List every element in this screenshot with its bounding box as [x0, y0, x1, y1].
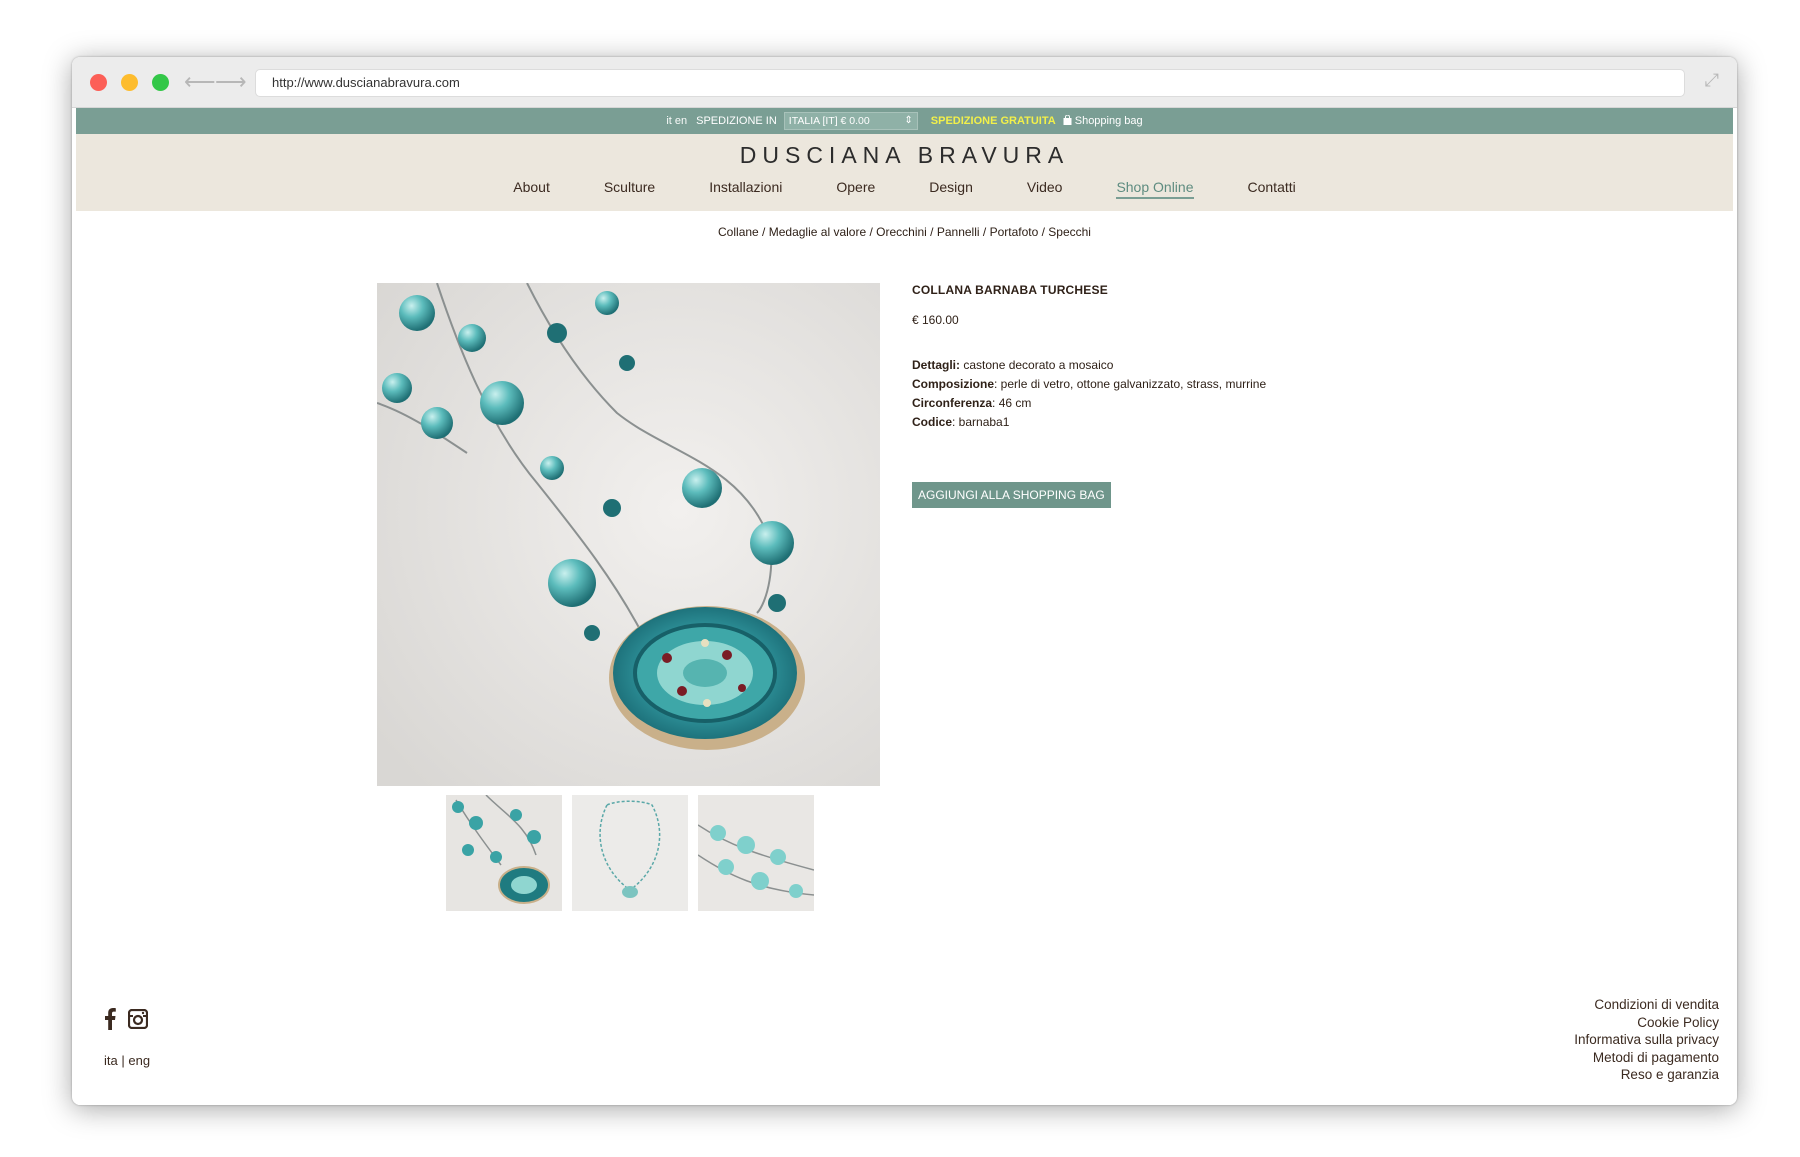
product-title: COLLANA BARNABA TURCHESE: [912, 283, 1108, 297]
footer-link-reso[interactable]: Reso e garanzia: [1574, 1066, 1719, 1084]
page-viewport: it en SPEDIZIONE IN ITALIA [IT] € 0.00 S…: [76, 108, 1733, 1105]
detail-value: : barnaba1: [952, 415, 1010, 429]
shopping-bag-label: Shopping bag: [1074, 115, 1143, 127]
site-logo[interactable]: DUSCIANA BRAVURA: [76, 134, 1733, 169]
category-orecchini[interactable]: Orecchini: [876, 225, 927, 239]
detail-label: Circonferenza: [912, 396, 993, 410]
footer-link-pagamento[interactable]: Metodi di pagamento: [1574, 1049, 1719, 1067]
nav-video[interactable]: Video: [1027, 179, 1063, 199]
bag-icon: [1063, 114, 1072, 125]
free-shipping-badge: SPEDIZIONE GRATUITA: [930, 115, 1056, 127]
detail-label: Composizione: [912, 377, 995, 391]
main-nav: About Sculture Installazioni Opere Desig…: [76, 179, 1733, 199]
product-thumbnail-2[interactable]: [572, 795, 688, 911]
close-window-button[interactable]: [90, 74, 107, 91]
detail-row: Circonferenza: 46 cm: [912, 394, 1412, 413]
detail-label: Dettagli:: [912, 358, 960, 372]
social-links: [104, 1008, 149, 1035]
category-breadcrumb: Collane / Medaglie al valore / Orecchini…: [718, 225, 1091, 239]
lang-separator: |: [121, 1053, 125, 1068]
category-specchi[interactable]: Specchi: [1048, 225, 1091, 239]
lang-ita-link[interactable]: ita: [104, 1053, 118, 1068]
nav-installazioni[interactable]: Installazioni: [709, 179, 782, 199]
product-price: € 160.00: [912, 313, 959, 327]
product-thumbnail-1[interactable]: [446, 795, 562, 911]
address-bar[interactable]: http://www.duscianabravura.com: [255, 69, 1685, 97]
shipping-country-select[interactable]: ITALIA [IT] € 0.00: [783, 112, 918, 130]
language-switcher: ita | eng: [104, 1053, 150, 1068]
browser-toolbar: ⟵ ⟶ http://www.duscianabravura.com ⤢: [72, 57, 1737, 108]
expand-icon[interactable]: ⤢: [1705, 70, 1719, 91]
utility-bar: it en SPEDIZIONE IN ITALIA [IT] € 0.00 S…: [76, 108, 1733, 134]
shopping-bag-link[interactable]: Shopping bag: [1063, 114, 1143, 127]
shipping-label: SPEDIZIONE IN: [696, 115, 777, 127]
detail-row: Dettagli: castone decorato a mosaico: [912, 356, 1412, 375]
product-main-image[interactable]: [377, 283, 880, 786]
category-collane[interactable]: Collane: [718, 225, 759, 239]
nav-design[interactable]: Design: [929, 179, 973, 199]
category-portafoto[interactable]: Portafoto: [990, 225, 1039, 239]
nav-about[interactable]: About: [513, 179, 550, 199]
lang-en-link[interactable]: en: [675, 115, 687, 127]
detail-value: castone decorato a mosaico: [960, 358, 1114, 372]
add-to-bag-button[interactable]: AGGIUNGI ALLA SHOPPING BAG: [912, 482, 1111, 508]
forward-arrow-icon[interactable]: ⟶: [215, 69, 247, 95]
product-info: COLLANA BARNABA TURCHESE € 160.00 Dettag…: [912, 283, 1412, 508]
footer-link-privacy[interactable]: Informativa sulla privacy: [1574, 1031, 1719, 1049]
lang-it-link[interactable]: it: [666, 115, 672, 127]
facebook-icon[interactable]: [104, 1008, 116, 1035]
site-header: DUSCIANA BRAVURA About Sculture Installa…: [76, 134, 1733, 211]
minimize-window-button[interactable]: [121, 74, 138, 91]
category-pannelli[interactable]: Pannelli: [937, 225, 980, 239]
instagram-icon[interactable]: [127, 1008, 149, 1034]
product-thumbnail-3[interactable]: [698, 795, 814, 911]
nav-sculture[interactable]: Sculture: [604, 179, 655, 199]
detail-row: Codice: barnaba1: [912, 413, 1412, 432]
detail-label: Codice: [912, 415, 953, 429]
nav-opere[interactable]: Opere: [836, 179, 875, 199]
category-medaglie[interactable]: Medaglie al valore: [769, 225, 866, 239]
back-arrow-icon[interactable]: ⟵: [184, 69, 216, 95]
maximize-window-button[interactable]: [152, 74, 169, 91]
nav-contatti[interactable]: Contatti: [1248, 179, 1296, 199]
footer-links: Condizioni di vendita Cookie Policy Info…: [1574, 996, 1719, 1084]
lang-eng-link[interactable]: eng: [128, 1053, 150, 1068]
nav-shop-online[interactable]: Shop Online: [1116, 179, 1194, 199]
footer-link-condizioni[interactable]: Condizioni di vendita: [1574, 996, 1719, 1014]
footer-link-cookie[interactable]: Cookie Policy: [1574, 1014, 1719, 1032]
product-details: Dettagli: castone decorato a mosaico Com…: [912, 356, 1412, 432]
browser-window: ⟵ ⟶ http://www.duscianabravura.com ⤢ it …: [72, 57, 1737, 1105]
detail-value: : 46 cm: [992, 396, 1032, 410]
detail-value: : perle di vetro, ottone galvanizzato, s…: [994, 377, 1267, 391]
detail-row: Composizione: perle di vetro, ottone gal…: [912, 375, 1412, 394]
